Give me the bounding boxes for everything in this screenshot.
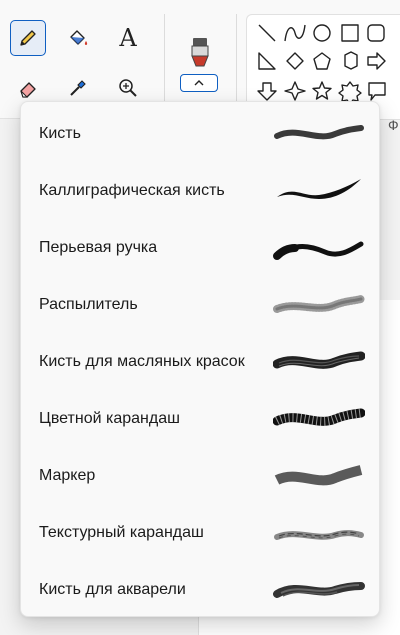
pencil-tool-button[interactable]	[10, 20, 46, 56]
crayon-stroke-preview-icon	[273, 408, 365, 426]
brush-icon[interactable]	[187, 36, 213, 75]
brush-item-label: Маркер	[39, 466, 96, 484]
chevron-up-icon	[194, 80, 204, 86]
shapes-group-label: Ф	[388, 117, 399, 133]
fill-bucket-icon	[70, 30, 88, 45]
brushes-dropdown-button[interactable]	[180, 74, 218, 92]
brush-stroke-preview-icon	[274, 125, 364, 140]
toolbar-divider	[164, 14, 165, 106]
marker-stroke-preview-icon	[274, 465, 363, 486]
brush-item-label: Текстурный карандаш	[39, 523, 204, 541]
eraser-icon	[20, 82, 36, 98]
toolbar-divider	[236, 14, 237, 106]
brush-item-label: Кисть	[39, 124, 81, 142]
brush-item-pencil[interactable]: Текстурный карандаш	[21, 504, 381, 561]
calligraphy-stroke-preview-icon	[277, 179, 361, 199]
oil-brush-stroke-preview-icon	[273, 351, 365, 369]
brush-item-label: Кисть для масляных красок	[39, 352, 245, 370]
brush-item-label: Каллиграфическая кисть	[39, 181, 225, 199]
color-picker-icon	[70, 80, 86, 96]
brush-item-crayon[interactable]: Цветной карандаш	[21, 390, 381, 447]
texture-pencil-stroke-preview-icon	[274, 530, 364, 540]
brush-item-label: Перьевая ручка	[39, 238, 158, 256]
pen-stroke-preview-icon	[273, 241, 364, 260]
brush-item-label: Цветной карандаш	[39, 409, 180, 427]
brush-item-label: Распылитель	[39, 295, 138, 313]
brush-item-watercolor[interactable]: Кисть для акварели	[21, 561, 381, 618]
brush-item-marker[interactable]: Маркер	[21, 447, 381, 504]
watercolor-stroke-preview-icon	[273, 582, 365, 598]
text-tool-button[interactable]: A	[110, 20, 146, 56]
fill-tool-button[interactable]	[60, 20, 96, 56]
brush-item-airbrush[interactable]: Распылитель	[21, 276, 381, 333]
brush-item-calligraphy[interactable]: Каллиграфическая кисть	[21, 162, 381, 219]
pencil-icon	[20, 30, 36, 46]
brush-item-oil[interactable]: Кисть для масляных красок	[21, 333, 381, 390]
magnifier-icon	[119, 79, 137, 97]
brush-item-pen[interactable]: Перьевая ручка	[21, 219, 381, 276]
brush-item-label: Кисть для акварели	[39, 580, 186, 598]
airbrush-stroke-preview-icon	[273, 295, 365, 313]
brush-item-brush[interactable]: Кисть	[21, 105, 381, 162]
brushes-menu: Кисть Каллиграфическая кисть Перьевая ру…	[20, 101, 380, 617]
text-icon: A	[119, 24, 137, 52]
